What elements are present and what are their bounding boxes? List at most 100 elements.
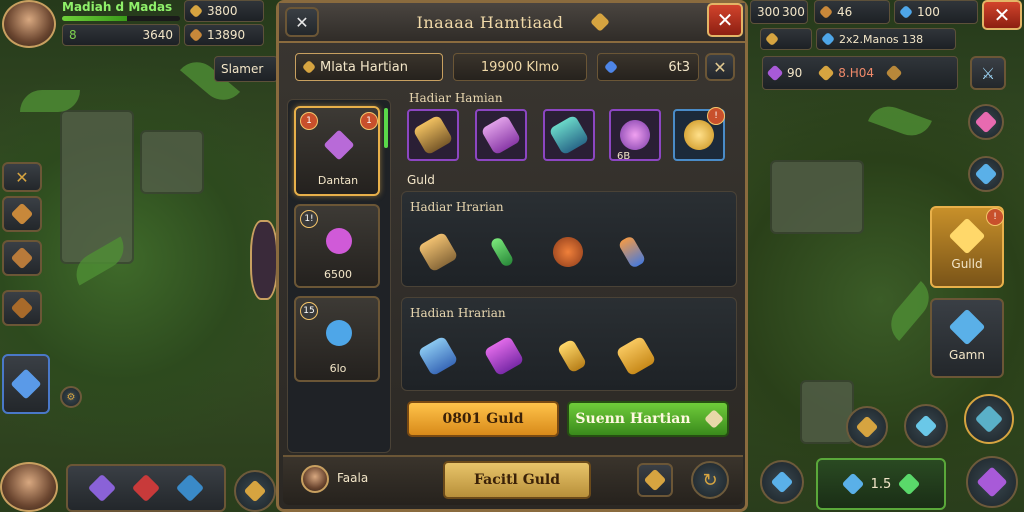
item-slot[interactable] <box>412 330 464 382</box>
item-slot[interactable] <box>610 330 662 382</box>
back-button[interactable]: ✕ <box>285 7 319 37</box>
game-card[interactable]: Gamn <box>930 298 1004 378</box>
tools-icon: ✕ <box>15 167 29 187</box>
gold-action-button[interactable]: 0801 Guld <box>407 401 559 437</box>
gold-shard-item-icon <box>556 338 588 374</box>
blue-gem-button[interactable] <box>968 156 1004 192</box>
pink-gem-button[interactable] <box>968 104 1004 140</box>
blue-cube-icon <box>770 470 794 494</box>
category-card-2[interactable]: 1! 6500 <box>294 204 380 288</box>
gem-counter: 100 <box>894 0 978 24</box>
menu-button[interactable]: ✕ <box>2 162 42 192</box>
wood-icon <box>188 27 204 43</box>
section3: Hadian Hrarian <box>401 297 737 391</box>
scroll-icon <box>243 479 267 503</box>
chest-item-icon <box>417 231 459 273</box>
scroll-icon <box>10 246 34 270</box>
item-slot[interactable] <box>476 226 528 278</box>
hero-emblem-icon <box>974 404 1004 434</box>
refresh-button[interactable]: ↻ <box>691 461 729 499</box>
tab-close-button[interactable]: ✕ <box>705 53 735 81</box>
reward-panel[interactable]: 1.5 <box>816 458 946 510</box>
sword-button[interactable] <box>2 196 42 232</box>
gem-icon <box>898 4 914 20</box>
blue-cannon-icon <box>948 308 986 346</box>
item-slot[interactable] <box>478 330 530 382</box>
section1-title: Hadiar Hamian <box>409 91 503 105</box>
item-slot[interactable] <box>407 109 459 161</box>
confirm-button[interactable]: Suenn Hartian <box>567 401 729 437</box>
quest-button[interactable] <box>2 290 42 326</box>
ice-button[interactable] <box>904 404 948 448</box>
mini-chip[interactable] <box>760 28 812 50</box>
npc-avatar <box>301 465 329 493</box>
crate-icon <box>855 415 879 439</box>
resource-chip[interactable]: 3800 <box>184 0 264 22</box>
tab-emblem-icon <box>301 59 317 75</box>
purple-gear-icon[interactable] <box>87 473 117 503</box>
spiked-orb-blue-icon <box>320 314 358 352</box>
drill-item-icon <box>412 114 454 156</box>
resource1-value: 3800 <box>207 4 238 18</box>
pink-gem-icon <box>974 110 998 134</box>
hero-sword-button[interactable] <box>2 354 50 414</box>
ice-crystal-icon <box>914 414 938 438</box>
resource-chip[interactable]: 13890 <box>184 24 264 46</box>
sword-icon <box>10 202 34 226</box>
resource2-value: 13890 <box>207 28 246 42</box>
gear-button[interactable]: ⚙ <box>60 386 82 408</box>
currency-value: 6t3 <box>668 59 690 75</box>
item-slot[interactable] <box>543 109 595 161</box>
item-slot[interactable] <box>546 330 598 382</box>
modal-footer: Faala Facitl Guld ↻ <box>283 455 743 505</box>
notification-badge: ! <box>986 208 1004 226</box>
close-game-button[interactable]: ✕ <box>982 0 1022 30</box>
item-slot[interactable] <box>475 109 527 161</box>
portal-ring <box>250 220 278 300</box>
close-modal-button[interactable]: ✕ <box>707 3 743 37</box>
status-chip: 2x2.Manos 138 <box>816 28 956 50</box>
tab-main[interactable]: Mlata Hartian <box>295 53 443 81</box>
blue-cube-button[interactable] <box>760 460 804 504</box>
category-card-1[interactable]: 1 1 Dantan <box>294 106 380 196</box>
tab-label: Mlata Hartian <box>320 59 408 75</box>
category-card-3[interactable]: 15 6lo <box>294 296 380 382</box>
gem-icon <box>820 31 836 47</box>
blue-gear-icon[interactable] <box>175 473 205 503</box>
item-slot[interactable] <box>542 226 594 278</box>
tab-bar: Mlata Hartian 19900 Klmo 6t3 ✕ <box>295 53 745 85</box>
player-avatar[interactable] <box>2 0 56 48</box>
item-slot[interactable] <box>606 226 658 278</box>
level-text: 8 <box>69 28 77 42</box>
scroll-button[interactable] <box>2 240 42 276</box>
card-badge: 1! <box>300 210 318 228</box>
hero-emblem-button[interactable] <box>964 394 1014 444</box>
card-badge: 1 <box>360 112 378 130</box>
section3-title: Hadian Hrarian <box>410 306 506 320</box>
crate-item-icon <box>480 114 522 156</box>
coin-icon <box>188 3 204 19</box>
item-slot[interactable] <box>412 226 464 278</box>
slamer-chip[interactable]: Slamer <box>214 56 278 82</box>
sword-shortcut-button[interactable]: ⚔ <box>970 56 1006 90</box>
scroll-round-button[interactable] <box>234 470 276 512</box>
blue-cube-item-icon <box>417 335 459 377</box>
stone-block <box>770 160 864 234</box>
power-value: 3640 <box>142 28 173 42</box>
category-column: 1 1 Dantan 1! 6500 15 6lo <box>287 99 391 453</box>
hero-portrait[interactable] <box>0 462 58 512</box>
gauntlet-icon <box>323 129 355 161</box>
sword-icon: ⚔ <box>980 63 996 83</box>
close-icon: ✕ <box>295 12 309 32</box>
red-gear-icon[interactable] <box>131 473 161 503</box>
crate-footer-button[interactable] <box>637 463 673 497</box>
tab-secondary[interactable]: 19900 Klmo <box>453 53 587 81</box>
guild-button[interactable]: Facitl Guld <box>443 461 591 499</box>
footer-label: Faala <box>337 471 369 485</box>
item-badge: ! <box>707 107 725 125</box>
stats-strip: 90 8.H04 <box>762 56 958 90</box>
crate-button[interactable] <box>846 406 888 448</box>
chest-button[interactable] <box>966 456 1018 508</box>
blue-blade-icon <box>10 368 42 400</box>
scrollbar-thumb[interactable] <box>384 108 388 148</box>
